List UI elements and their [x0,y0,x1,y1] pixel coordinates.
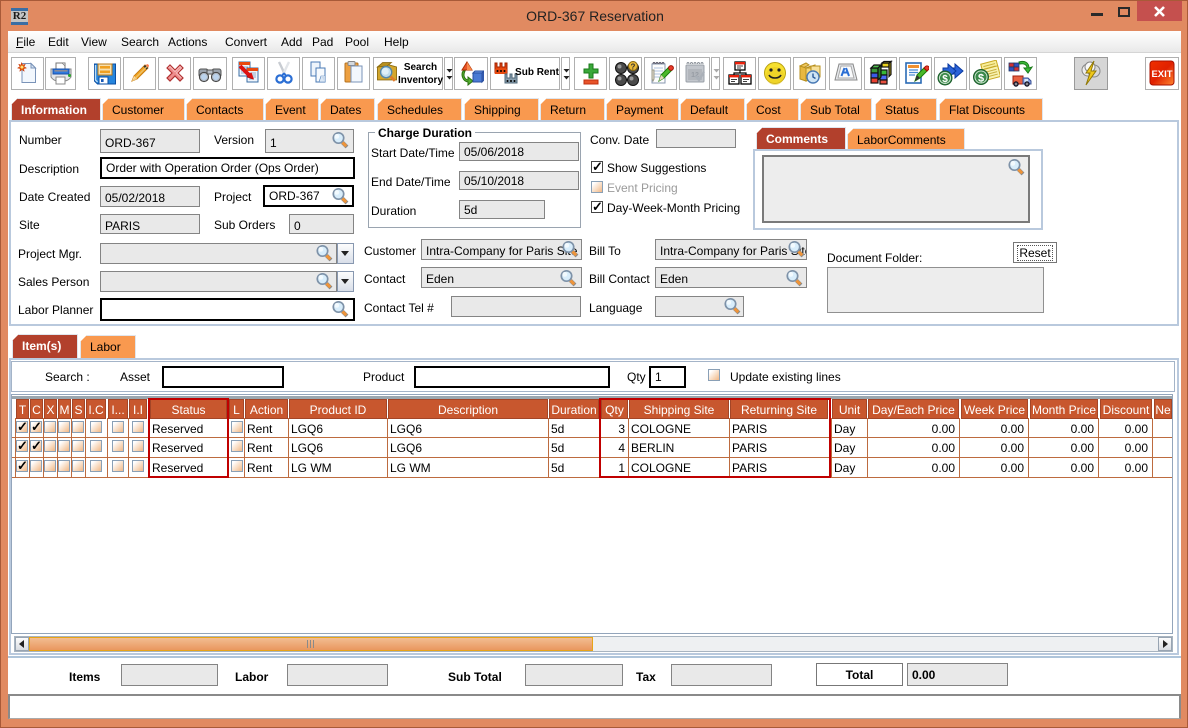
svg-text:EXIT: EXIT [1151,69,1172,80]
svg-text:$: $ [978,73,984,85]
svg-text:?: ? [631,63,636,72]
svg-text:$: $ [942,74,948,85]
